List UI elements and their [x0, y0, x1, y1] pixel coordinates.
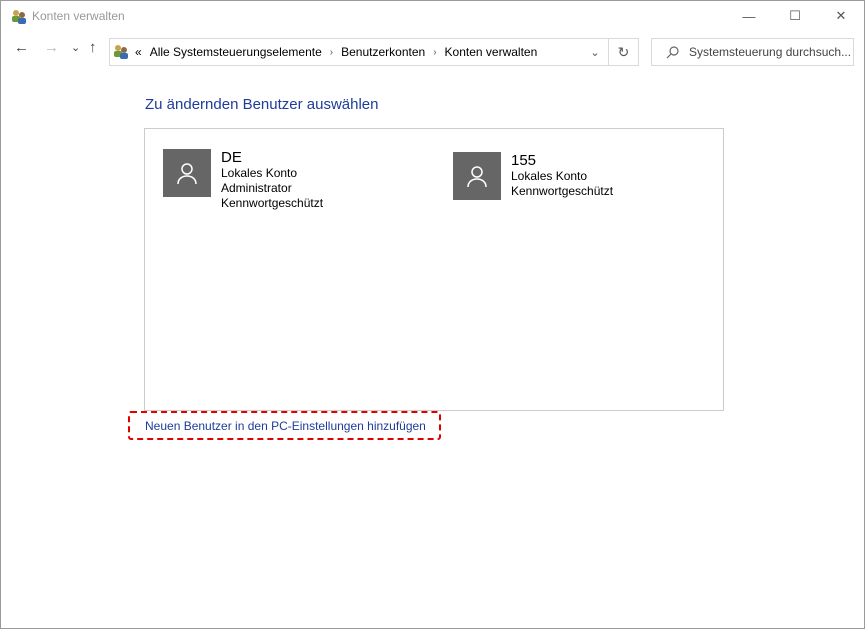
- search-placeholder: Systemsteuerung durchsuch...: [689, 45, 852, 59]
- account-type: Lokales Konto: [511, 169, 588, 183]
- account-tile-155[interactable]: 155 Lokales Konto Kennwortgeschützt: [453, 152, 613, 200]
- chevron-right-icon[interactable]: ›: [330, 47, 333, 58]
- breadcrumb-item[interactable]: Alle Systemsteuerungselemente: [150, 45, 322, 59]
- chevron-down-icon[interactable]: ⌄: [583, 39, 607, 65]
- user-accounts-icon: [114, 45, 128, 59]
- address-bar[interactable]: « Alle Systemsteuerungselemente › Benutz…: [109, 38, 639, 66]
- breadcrumb-item[interactable]: Konten verwalten: [445, 45, 538, 59]
- account-type: Lokales Konto: [221, 166, 298, 180]
- back-button[interactable]: ←: [14, 39, 29, 56]
- account-name: 155: [511, 152, 537, 169]
- account-list: DE Lokales Konto Administrator Kennwortg…: [144, 128, 724, 411]
- window: Konten verwalten — ☐ ✕ ← → ⌄ ↑ « Alle Sy…: [0, 0, 865, 629]
- breadcrumb-overflow[interactable]: «: [135, 45, 142, 59]
- page-title: Zu ändernden Benutzer auswählen: [145, 96, 379, 113]
- close-button[interactable]: ✕: [818, 1, 864, 31]
- user-icon: [163, 149, 211, 197]
- user-accounts-icon: [12, 10, 26, 24]
- user-icon: [453, 152, 501, 200]
- search-input[interactable]: Systemsteuerung durchsuch...: [651, 38, 854, 66]
- recent-locations-button[interactable]: ⌄: [71, 41, 80, 54]
- minimize-button[interactable]: —: [726, 1, 772, 31]
- account-role: Administrator: [221, 181, 292, 195]
- window-title: Konten verwalten: [32, 9, 125, 23]
- add-user-link[interactable]: Neuen Benutzer in den PC-Einstellungen h…: [145, 419, 426, 433]
- forward-button[interactable]: →: [44, 39, 59, 56]
- account-tile-de[interactable]: DE Lokales Konto Administrator Kennwortg…: [163, 149, 323, 211]
- account-password-status: Kennwortgeschützt: [221, 196, 324, 210]
- search-icon: [666, 45, 679, 58]
- title-bar: Konten verwalten — ☐ ✕: [1, 1, 864, 33]
- up-button[interactable]: ↑: [89, 39, 97, 56]
- account-password-status: Kennwortgeschützt: [511, 184, 614, 198]
- account-name: DE: [221, 149, 242, 166]
- maximize-button[interactable]: ☐: [772, 1, 818, 31]
- breadcrumb-item[interactable]: Benutzerkonten: [341, 45, 425, 59]
- chevron-right-icon[interactable]: ›: [433, 47, 436, 58]
- refresh-button[interactable]: ↻: [608, 39, 638, 65]
